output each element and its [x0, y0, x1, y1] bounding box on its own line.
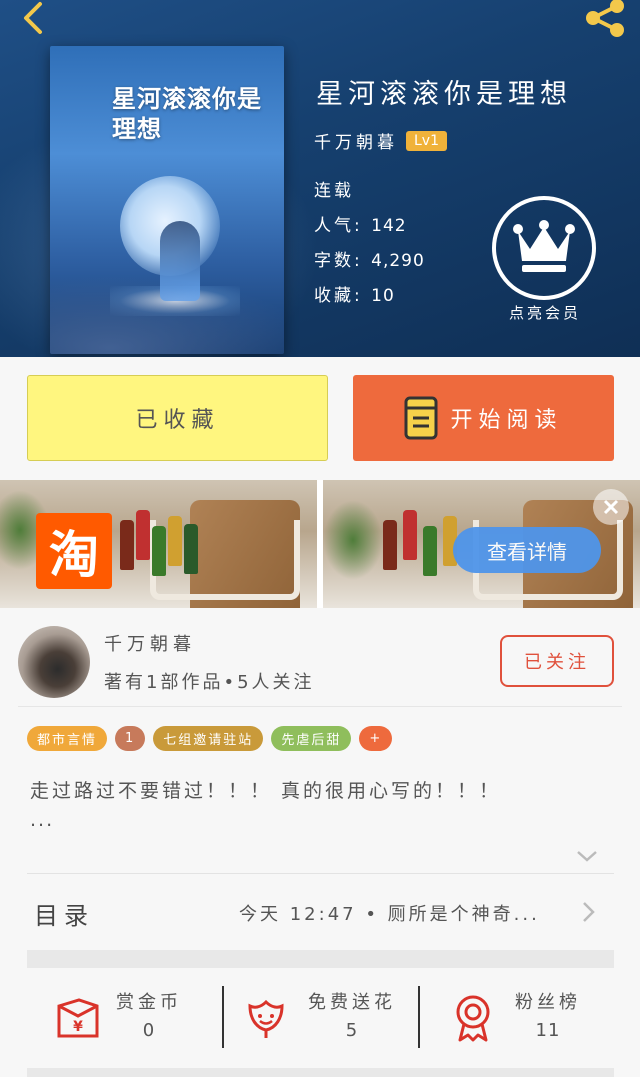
ad-bottle	[403, 510, 417, 560]
start-reading-label: 开始阅读	[450, 408, 563, 433]
ad-view-details-button[interactable]: 查看详情	[453, 527, 601, 573]
red-envelope-icon: ¥	[57, 998, 99, 1038]
tag-genre[interactable]: 都市言情	[27, 725, 108, 751]
author-row: 千万朝暮 Lv1	[314, 128, 447, 153]
send-flowers-label: 免费送花	[308, 992, 396, 1013]
chevron-left-icon	[24, 2, 42, 34]
serial-status: 连载	[314, 181, 354, 201]
add-tag-button[interactable]: +	[359, 725, 393, 751]
toc-label: 目录	[34, 902, 94, 930]
collected-button[interactable]: 已收藏	[27, 375, 328, 461]
crown-icon	[513, 220, 575, 272]
section-gap	[27, 950, 614, 968]
divider	[18, 706, 622, 707]
expand-intro-button[interactable]	[574, 846, 600, 866]
vip-button[interactable]: 点亮会员	[492, 196, 598, 330]
word-count-stat: 字数: 4,290	[314, 246, 425, 271]
taobao-logo[interactable]: 淘	[36, 513, 112, 589]
reward-coins-stat[interactable]: ¥ 赏金币 0	[27, 968, 222, 1068]
collect-count-value: 10	[371, 286, 395, 306]
tag-list: 都市言情 1 七组邀请驻站 先虐后甜 +	[27, 725, 400, 751]
vip-label: 点亮会员	[508, 304, 581, 322]
reward-coins-value: 0	[142, 1020, 156, 1041]
reward-coins-label: 赏金币	[116, 992, 182, 1013]
share-button[interactable]	[580, 0, 630, 40]
cover-title: 星河滚滚你是理想	[112, 84, 262, 143]
collect-count-label: 收藏:	[314, 286, 363, 306]
flower-icon	[248, 999, 284, 1038]
fan-ranking-label: 粉丝榜	[515, 992, 581, 1013]
send-flowers-value: 5	[345, 1020, 359, 1041]
follow-button[interactable]: 已关注	[500, 635, 614, 687]
action-bar: 已收藏 开始阅读	[0, 357, 640, 480]
send-flowers-stat[interactable]: 免费送花 5	[224, 968, 418, 1068]
tag-invited[interactable]: 七组邀请驻站	[153, 725, 264, 751]
ad-bottle	[423, 526, 437, 576]
medal-icon	[456, 995, 490, 1042]
book-cover[interactable]: 星河滚滚你是理想	[50, 46, 284, 354]
level-badge: Lv1	[406, 130, 447, 151]
chevron-right-icon	[583, 902, 595, 922]
popularity-stat: 人气: 142	[314, 211, 407, 236]
popularity-label: 人气:	[314, 216, 363, 236]
vip-ring	[492, 196, 596, 300]
reward-coins-text: 赏金币 0	[109, 988, 189, 1041]
fan-ranking-value: 11	[535, 1020, 561, 1041]
back-button[interactable]	[14, 0, 54, 40]
fan-ranking-text: 粉丝榜 11	[508, 988, 588, 1041]
book-intro: 走过路过不要错过！！！ 真的很用心写的！！！	[30, 780, 502, 802]
table-of-contents-row[interactable]: 目录 今天 12:47 • 厕所是个神奇...	[27, 874, 614, 950]
ad-bottle	[184, 524, 198, 574]
author-avatar[interactable]	[18, 626, 90, 698]
support-stats: ¥ 赏金币 0 免费送花 5 粉丝榜 11	[27, 968, 614, 1068]
intro-ellipsis: ...	[30, 809, 55, 831]
ad-bottle	[168, 516, 182, 566]
ad-plant	[323, 500, 383, 580]
author-card-name[interactable]: 千万朝暮	[104, 630, 196, 656]
ad-close-button[interactable]	[593, 489, 629, 525]
ad-bottle	[136, 510, 150, 560]
word-count-value: 4,290	[371, 251, 425, 271]
close-icon	[603, 499, 619, 515]
book-icon	[404, 396, 438, 440]
book-details: 千万朝暮 著有1部作品•5人关注 已关注 都市言情 1 七组邀请驻站 先虐后甜 …	[0, 608, 640, 1077]
svg-text:¥: ¥	[73, 1019, 83, 1035]
book-header: 星河滚滚你是理想 星河滚滚你是理想 千万朝暮 Lv1 连载 人气: 142 字数…	[0, 0, 640, 357]
fan-ranking-stat[interactable]: 粉丝榜 11	[420, 968, 614, 1068]
ad-bottle	[152, 526, 166, 576]
tag-style[interactable]: 先虐后甜	[271, 725, 352, 751]
start-reading-button[interactable]: 开始阅读	[353, 375, 614, 461]
book-title: 星河滚滚你是理想	[316, 79, 572, 110]
latest-chapter: 今天 12:47 • 厕所是个神奇...	[239, 904, 540, 925]
share-icon	[586, 0, 624, 37]
send-flowers-text: 免费送花 5	[300, 988, 404, 1041]
tag-count[interactable]: 1	[115, 725, 146, 751]
author-card-summary: 著有1部作品•5人关注	[104, 672, 315, 693]
cover-cloud	[50, 276, 284, 354]
collect-count-stat: 收藏: 10	[314, 281, 395, 306]
section-gap	[27, 1068, 614, 1077]
popularity-value: 142	[371, 216, 407, 236]
author-name[interactable]: 千万朝暮	[314, 128, 398, 153]
chevron-down-icon	[577, 851, 597, 862]
ad-bottle	[120, 520, 134, 570]
ad-bottle	[383, 520, 397, 570]
word-count-label: 字数:	[314, 251, 363, 271]
